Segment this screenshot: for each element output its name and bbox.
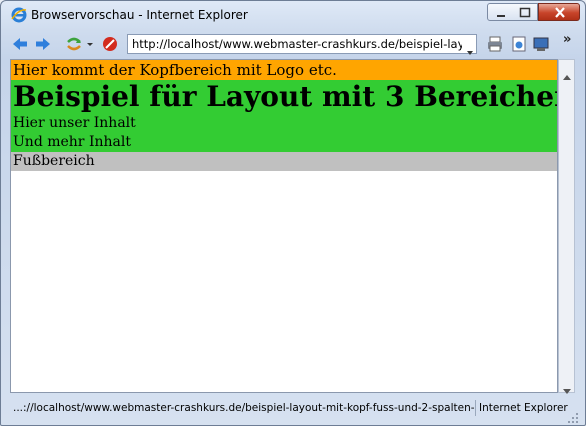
forward-icon[interactable] xyxy=(34,35,52,53)
page-viewport: Hier kommt der Kopfbereich mit Logo etc.… xyxy=(10,59,558,393)
tools-icon[interactable] xyxy=(532,35,550,53)
ie-logo-icon xyxy=(11,7,27,23)
print-icon[interactable] xyxy=(486,35,504,53)
page-footer-text: Fußbereich xyxy=(13,153,95,169)
title-bar[interactable]: Browservorschau - Internet Explorer xyxy=(1,1,585,29)
status-url: ...://localhost/www.webmaster-crashkurs.… xyxy=(13,402,475,414)
page-icon[interactable] xyxy=(510,35,528,53)
status-divider xyxy=(475,400,476,416)
vertical-scrollbar[interactable] xyxy=(558,59,575,394)
dropdown-icon[interactable] xyxy=(85,35,95,53)
scroll-up-icon[interactable] xyxy=(563,66,571,80)
address-input[interactable]: http://localhost/www.webmaster-crashkurs… xyxy=(132,37,462,51)
page-main: Beispiel für Layout mit 3 Bereichen Hier… xyxy=(11,80,557,152)
page-paragraph-2: Und mehr Inhalt xyxy=(13,134,131,150)
status-zone: Internet Explorer xyxy=(479,402,568,414)
page-header-text: Hier kommt der Kopfbereich mit Logo etc. xyxy=(13,61,337,79)
close-button[interactable] xyxy=(538,3,580,21)
maximize-button[interactable] xyxy=(512,3,538,21)
page-paragraph-1: Hier unser Inhalt xyxy=(13,115,136,131)
stop-icon[interactable] xyxy=(101,35,119,53)
page-heading: Beispiel für Layout mit 3 Bereichen xyxy=(13,80,558,113)
toolbar: http://localhost/www.webmaster-crashkurs… xyxy=(1,29,585,59)
browser-window: Browservorschau - Internet Explorer http… xyxy=(0,0,586,426)
address-bar[interactable]: http://localhost/www.webmaster-crashkurs… xyxy=(127,34,477,55)
scroll-down-icon[interactable] xyxy=(563,380,571,394)
window-title: Browservorschau - Internet Explorer xyxy=(31,8,248,22)
toolbar-overflow-button[interactable]: » xyxy=(563,32,581,50)
address-dropdown-icon[interactable] xyxy=(466,41,474,55)
status-bar: ...://localhost/www.webmaster-crashkurs.… xyxy=(1,397,585,425)
page-footer: Fußbereich xyxy=(11,152,557,171)
back-icon[interactable] xyxy=(11,35,29,53)
resize-grip-icon[interactable] xyxy=(567,409,579,423)
minimize-button[interactable] xyxy=(487,3,513,21)
refresh-icon[interactable] xyxy=(65,35,83,53)
page-header: Hier kommt der Kopfbereich mit Logo etc. xyxy=(11,60,557,80)
